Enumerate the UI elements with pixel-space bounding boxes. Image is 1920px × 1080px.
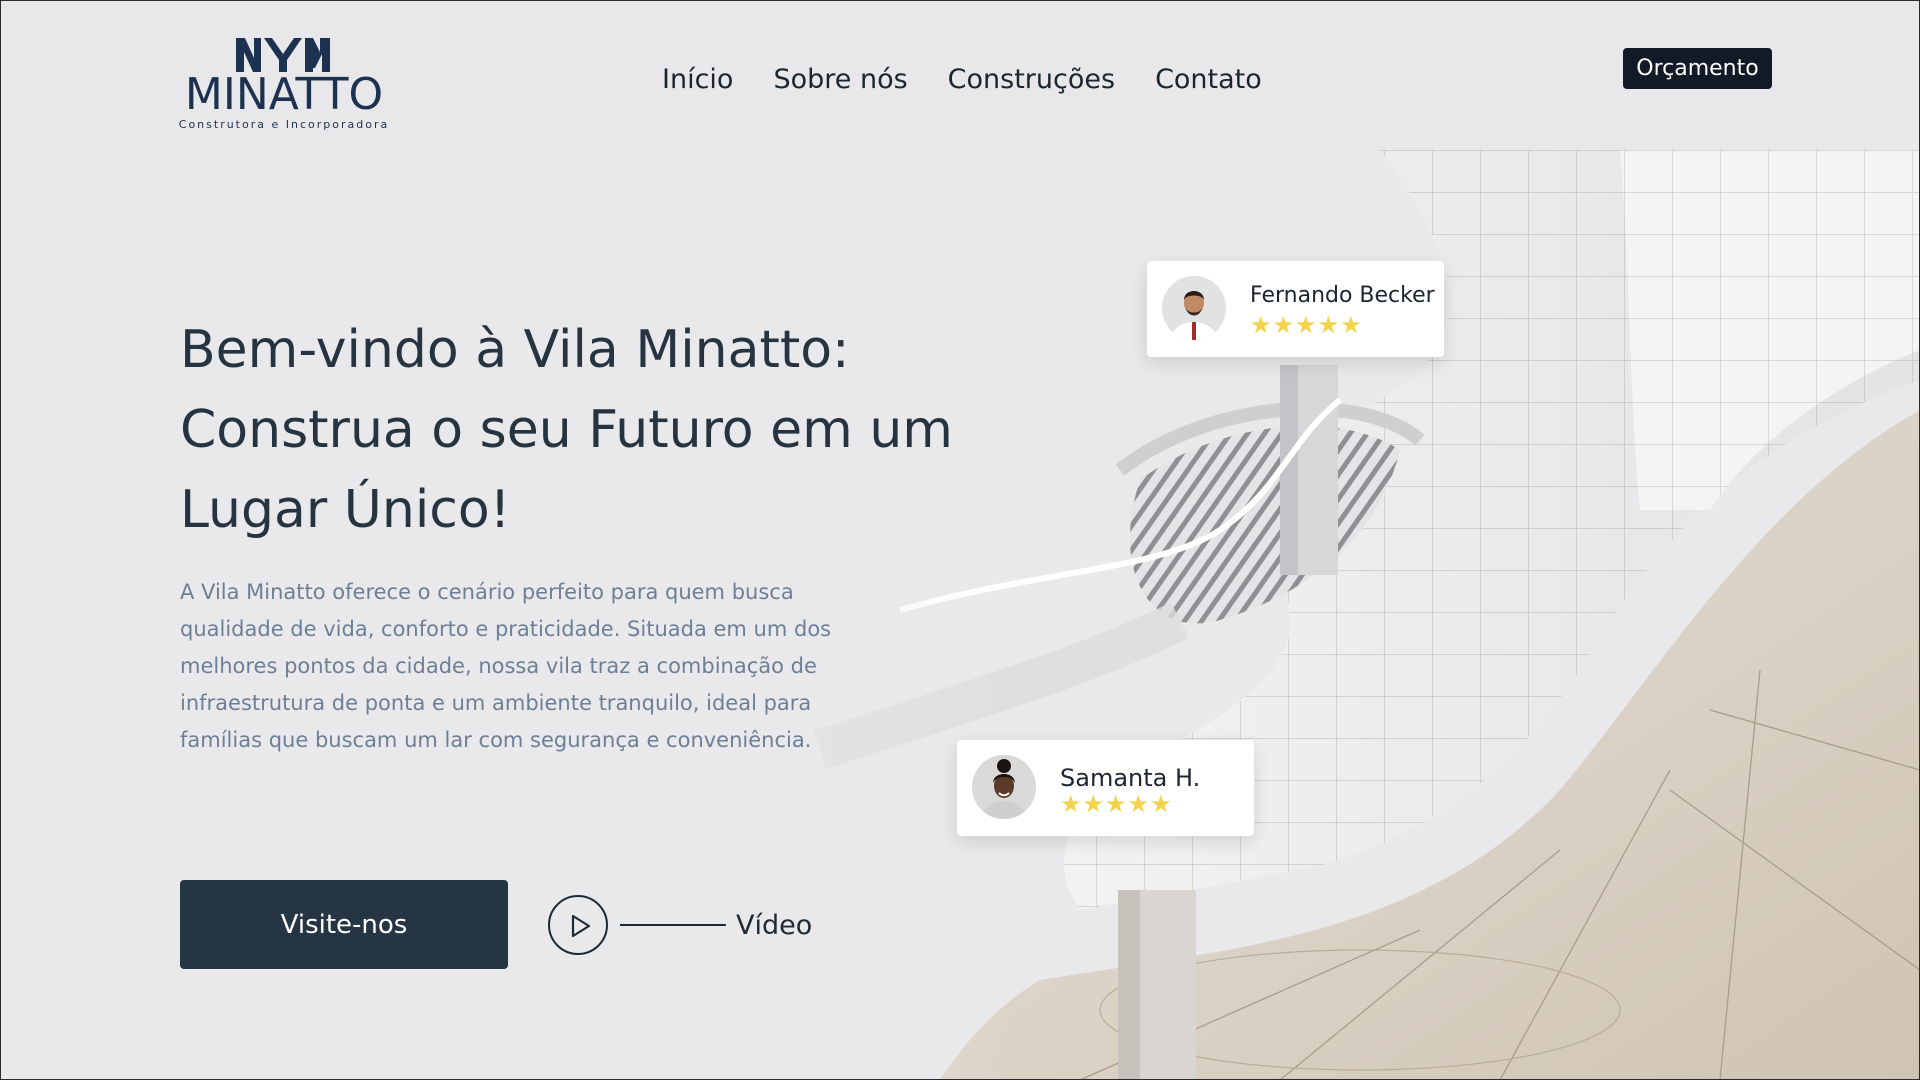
play-button[interactable] — [548, 895, 608, 955]
hero-section: Bem-vindo à Vila Minatto: Construa o seu… — [180, 310, 1010, 759]
video-link[interactable]: Vídeo — [548, 893, 812, 957]
review-card: Fernando Becker ★★★★★ — [1147, 261, 1444, 357]
star-rating-icon: ★★★★★ — [1060, 790, 1173, 818]
reviewer-name: Fernando Becker — [1250, 283, 1435, 308]
play-icon — [571, 914, 591, 938]
nav-item-inicio[interactable]: Início — [662, 64, 733, 95]
logo-tagline: Construtora e Incorporadora — [178, 118, 390, 131]
orcamento-button[interactable]: Orçamento — [1623, 48, 1772, 89]
brand-logo[interactable]: MINATTO Construtora e Incorporadora — [178, 36, 390, 132]
hero-title-line: Bem-vindo à Vila Minatto: — [180, 320, 850, 380]
nav-item-sobre-nos[interactable]: Sobre nós — [773, 64, 907, 95]
visit-button[interactable]: Visite-nos — [180, 880, 508, 969]
video-label: Vídeo — [736, 909, 813, 941]
nav-item-construcoes[interactable]: Construções — [948, 64, 1115, 95]
reviewer-name: Samanta H. — [1060, 764, 1201, 792]
star-rating-icon: ★★★★★ — [1250, 311, 1363, 339]
hero-title-line: Lugar Único! — [180, 480, 511, 540]
logo-mark-icon — [236, 38, 330, 72]
hero-title-line: Construa o seu Futuro em um — [180, 400, 953, 460]
hero-title: Bem-vindo à Vila Minatto: Construa o seu… — [180, 310, 1010, 550]
review-card: Samanta H. ★★★★★ — [957, 740, 1254, 836]
hero-description: A Vila Minatto oferece o cenário perfeit… — [180, 580, 832, 752]
avatar — [972, 755, 1036, 819]
video-divider-line — [620, 924, 726, 926]
person-avatar-icon — [972, 755, 1036, 819]
logo-wordmark: MINATTO — [184, 69, 384, 120]
nav-item-contato[interactable]: Contato — [1155, 64, 1262, 95]
person-avatar-icon — [1162, 276, 1226, 340]
avatar — [1162, 276, 1226, 340]
site-header: MINATTO Construtora e Incorporadora Iníc… — [0, 0, 1920, 150]
main-nav: Início Sobre nós Construções Contato — [662, 64, 1262, 95]
